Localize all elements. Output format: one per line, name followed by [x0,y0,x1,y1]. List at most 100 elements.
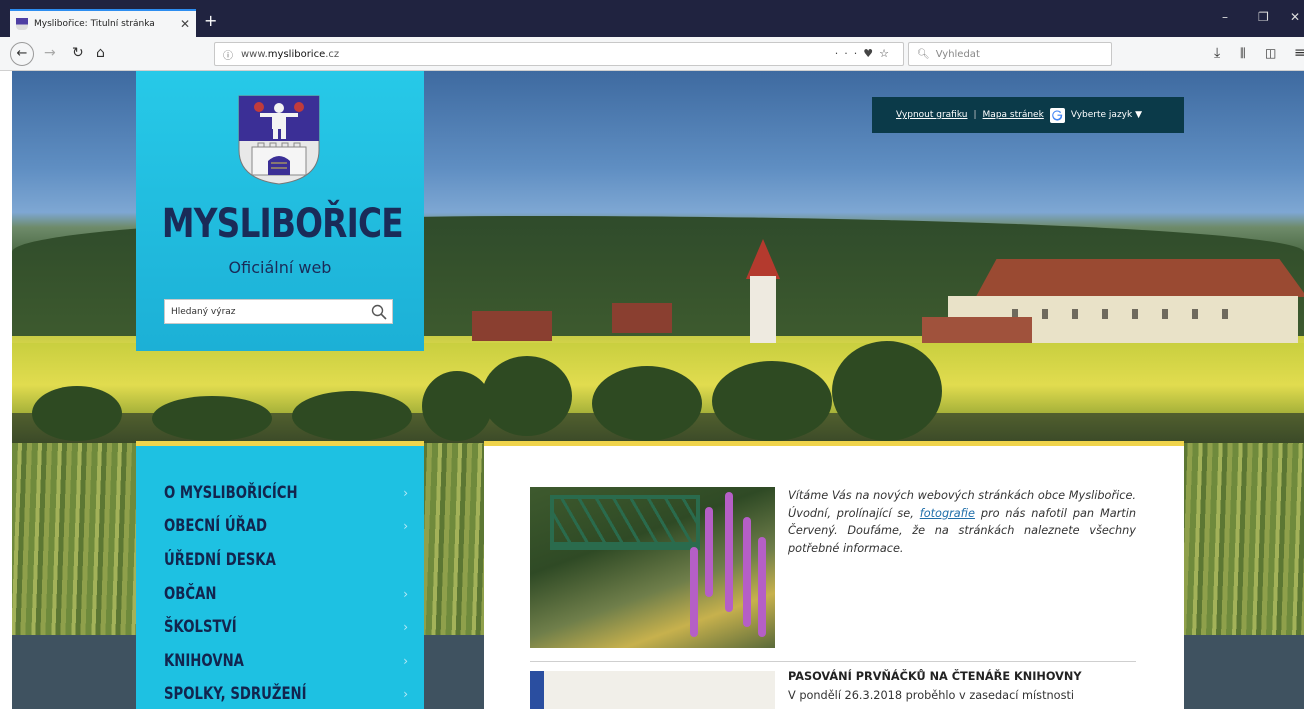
tab-close-icon[interactable]: ✕ [180,17,190,31]
browser-search-placeholder: Vyhledat [935,48,980,60]
menu-item-label: O MYSLIBOŘICÍCH [164,482,298,503]
graphics-off-link[interactable]: Vypnout grafiku [896,110,968,120]
window [1132,309,1138,319]
tab-title: Myslibořice: Titulní stránka [34,19,155,29]
sitemap-link[interactable]: Mapa stránek [983,110,1044,120]
tree [482,356,572,436]
restore-icon[interactable]: ❐ [1258,10,1269,24]
url-suffix: .cz [325,48,340,60]
menu-item-label: KNIHOVNA [164,650,244,671]
chevron-right-icon: › [403,653,408,668]
bookmark-star-icon[interactable]: ☆ [879,47,895,60]
browser-navbar: ← → ↻ ⌂ ⓘ www.mysliborice.cz ···♥☆ 🔍︎ Vy… [0,37,1304,71]
menu-item-uredni-deska[interactable]: ÚŘEDNÍ DESKA [136,543,424,577]
chevron-right-icon: › [403,586,408,601]
menu-item-skolstvi[interactable]: ŠKOLSTVÍ › [136,610,424,644]
download-icon[interactable]: ⤓ [1214,45,1220,61]
logo-panel: MYSLIBOŘICE Oficiální web [136,71,424,351]
browser-search-field[interactable]: 🔍︎ Vyhledat [908,42,1112,66]
menu-item-spolky-sdruzeni[interactable]: SPOLKY, SDRUŽENÍ › [136,678,424,709]
photo-link[interactable]: fotografie [920,507,975,520]
chevron-right-icon: › [403,620,408,635]
coat-of-arms-icon[interactable] [238,95,320,185]
flower-shape [705,507,713,597]
search-icon: 🔍︎ [917,48,930,60]
web-page: MYSLIBOŘICE Oficiální web Vypnout grafik… [12,71,1304,709]
chevron-right-icon: › [403,519,408,534]
window [1042,309,1048,319]
flower-shape [725,492,733,612]
back-arrow-icon[interactable]: ← [10,42,34,66]
window [1072,309,1078,319]
site-favicon-icon [16,18,28,30]
news-photo-bridge[interactable] [530,487,775,648]
tree [712,361,832,441]
tree [32,386,122,441]
house [612,303,672,333]
menu-item-label: ÚŘEDNÍ DESKA [164,549,276,570]
menu-item-knihovna[interactable]: KNIHOVNA › [136,644,424,678]
pocket-icon[interactable]: ♥ [863,47,879,60]
reload-icon[interactable]: ↻ [72,45,84,61]
window [1192,309,1198,319]
minimize-icon[interactable]: – [1222,10,1228,24]
tree [152,396,272,441]
tree [292,391,412,441]
browser-tab-active[interactable]: Myslibořice: Titulní stránka ✕ [10,9,196,37]
menu-item-label: OBECNÍ ÚŘAD [164,516,268,537]
menu-item-label: ŠKOLSTVÍ [164,617,237,638]
flower-shape [690,547,698,637]
window [1102,309,1108,319]
search-button[interactable] [366,300,392,323]
window [1162,309,1168,319]
page-info-icon[interactable]: ⓘ [223,47,233,62]
url-actions: ···♥☆ [835,47,895,60]
news-photo-library[interactable] [530,671,775,709]
menu-item-obcan[interactable]: OBČAN › [136,577,424,611]
url-main: mysliborice [267,48,326,60]
news-excerpt: V pondělí 26.3.2018 proběhlo v zasedací … [788,689,1075,702]
magnifier-icon [371,304,387,320]
church-tower [750,276,776,346]
menu-icon[interactable]: ≡ [1294,45,1304,61]
bridge-shape [550,495,700,550]
site-search-input[interactable] [165,300,366,323]
news-title[interactable]: PASOVÁNÍ PRVŇÁČKŮ NA ČTENÁŘE KNIHOVNY [788,670,1136,683]
house [472,311,552,341]
flower-shape [743,517,751,627]
chevron-right-icon: › [403,687,408,702]
menu-item-obecni-urad[interactable]: OBECNÍ ÚŘAD › [136,510,424,544]
tree [832,341,942,441]
page-actions-icon[interactable]: ··· [835,47,864,60]
url-text: www.mysliborice.cz [241,49,339,60]
flower-shape [758,537,766,637]
new-tab-button[interactable]: + [204,13,217,29]
language-select[interactable]: Vyberte jazyk ▼ [1071,110,1142,120]
site-subtitle: Oficiální web [228,258,332,277]
site-search-form [164,299,393,324]
tree [422,371,492,441]
menu-item-label: OBČAN [164,583,217,604]
welcome-text: Vítáme Vás na nových webových stránkách … [788,487,1136,557]
menu-item-label: SPOLKY, SDRUŽENÍ [164,684,307,705]
site-title[interactable]: MYSLIBOŘICE [162,201,404,247]
link-separator: | [973,110,977,120]
tree [592,366,702,441]
chevron-right-icon: › [403,485,408,500]
close-window-icon[interactable]: ✕ [1290,10,1300,24]
browser-titlebar: Myslibořice: Titulní stránka ✕ + – ❐ ✕ [0,0,1304,37]
window [1222,309,1228,319]
news-divider [530,661,1136,662]
url-prefix: www. [241,48,268,60]
home-icon[interactable]: ⌂ [96,45,105,61]
url-bar[interactable]: ⓘ www.mysliborice.cz ···♥☆ [214,42,904,66]
library-icon[interactable]: ⫼ [1240,45,1246,61]
main-menu: O MYSLIBOŘICÍCH › OBECNÍ ÚŘAD › ÚŘEDNÍ D… [136,441,424,709]
sidebar-icon[interactable]: ◫ [1265,45,1276,61]
menu-item-o-mysliboricich[interactable]: O MYSLIBOŘICÍCH › [136,476,424,510]
top-links-bar: Vypnout grafiku | Mapa stránek Vyberte j… [872,97,1184,133]
google-translate-icon[interactable] [1049,107,1065,123]
castle-roof [975,259,1304,297]
forward-arrow-icon[interactable]: → [44,45,56,61]
main-content: Vítáme Vás na nových webových stránkách … [484,441,1184,709]
